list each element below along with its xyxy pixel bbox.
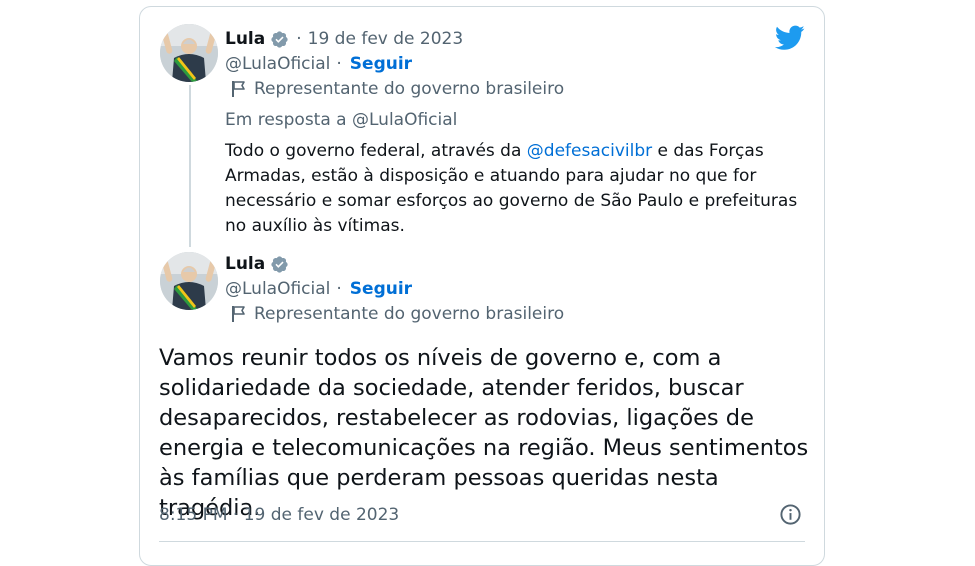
tweet-date[interactable]: 19 de fev de 2023 xyxy=(308,29,464,49)
separator-dot: · xyxy=(336,279,342,299)
separator-dot: · xyxy=(296,29,302,49)
follow-button[interactable]: Seguir xyxy=(350,279,412,299)
main-handle-row: @LulaOficial · Seguir xyxy=(225,279,412,299)
info-icon[interactable] xyxy=(779,503,802,526)
thread-connector-line xyxy=(189,85,191,247)
avatar[interactable] xyxy=(160,24,218,82)
twitter-bird-icon[interactable] xyxy=(774,25,805,51)
government-label: Representante do governo brasileiro xyxy=(231,79,564,99)
main-tweet-text: Vamos reunir todos os níveis de governo … xyxy=(159,345,809,521)
follow-button[interactable]: Seguir xyxy=(350,54,412,74)
reply-context[interactable]: Em resposta a @LulaOficial xyxy=(225,110,457,130)
author-name[interactable]: Lula xyxy=(225,254,265,274)
author-handle[interactable]: @LulaOficial xyxy=(225,54,330,74)
reply-handle-row: @LulaOficial · Seguir xyxy=(225,54,412,74)
main-author-row: Lula xyxy=(225,254,289,274)
reply-text-before: Todo o governo federal, através da xyxy=(225,141,527,161)
author-handle[interactable]: @LulaOficial xyxy=(225,279,330,299)
tweet-timestamp[interactable]: 8:15 PM · 19 de fev de 2023 xyxy=(159,505,399,525)
verified-badge-icon xyxy=(270,255,289,274)
flag-icon xyxy=(231,80,247,98)
divider xyxy=(159,541,805,542)
reply-author-row: Lula · 19 de fev de 2023 xyxy=(225,29,463,49)
separator-dot: · xyxy=(336,54,342,74)
reply-tweet-text: Todo o governo federal, através da @defe… xyxy=(225,139,815,239)
author-name[interactable]: Lula xyxy=(225,29,265,49)
tweet-embed-card: Lula · 19 de fev de 2023 @LulaOficial · … xyxy=(139,6,825,566)
mention-link[interactable]: @defesacivilbr xyxy=(527,141,652,161)
verified-badge-icon xyxy=(270,30,289,49)
avatar[interactable] xyxy=(160,252,218,310)
flag-icon xyxy=(231,305,247,323)
government-label-text[interactable]: Representante do governo brasileiro xyxy=(254,304,564,324)
government-label: Representante do governo brasileiro xyxy=(231,304,564,324)
government-label-text[interactable]: Representante do governo brasileiro xyxy=(254,79,564,99)
